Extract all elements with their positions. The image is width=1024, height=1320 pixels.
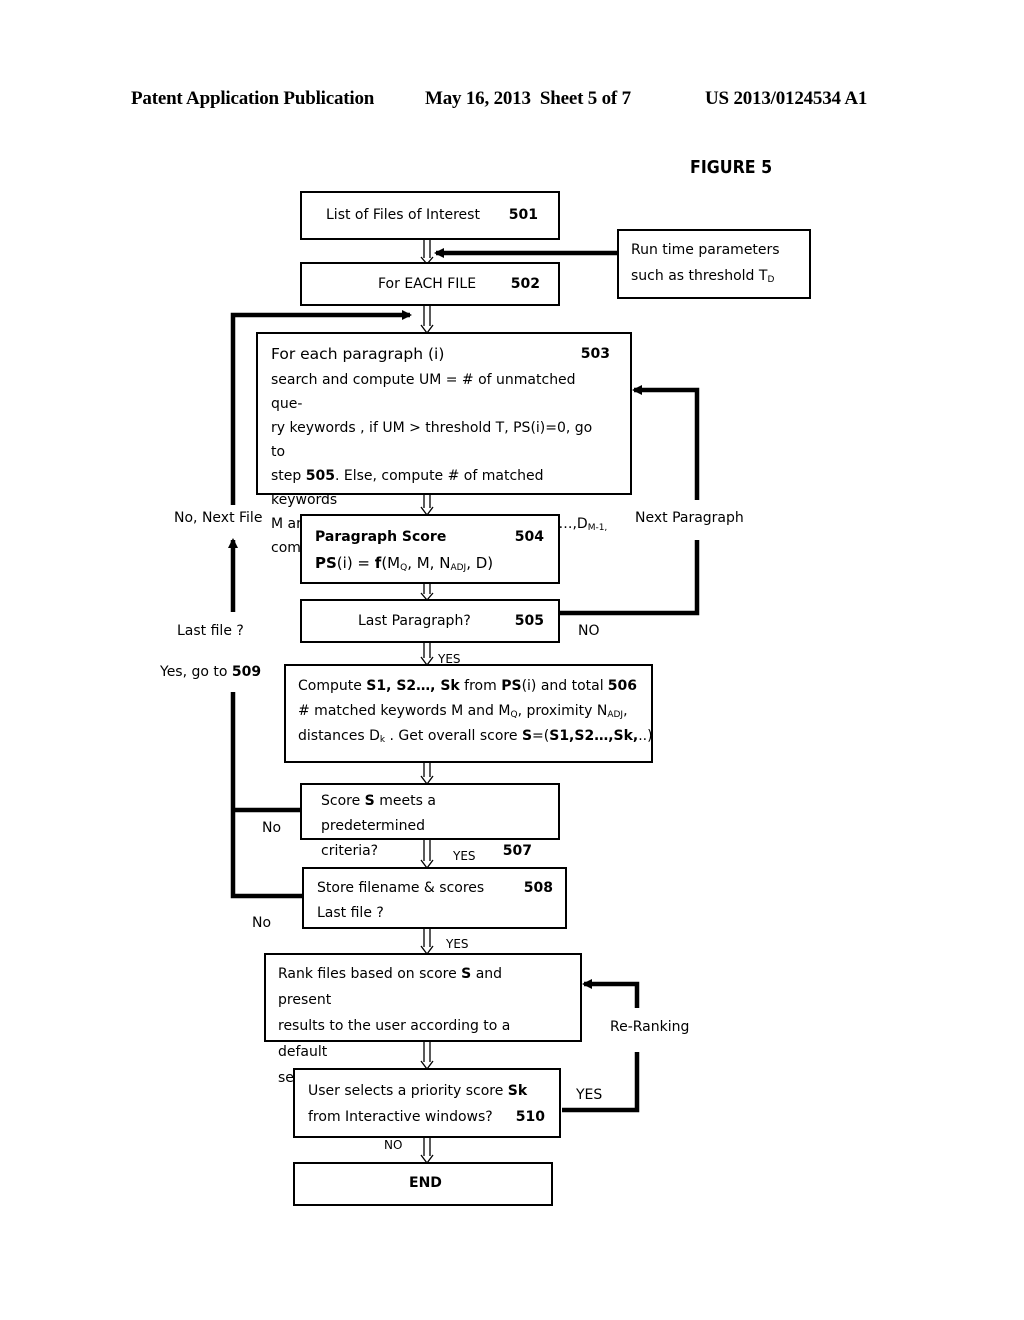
step-508-number: 508 [523,880,553,896]
arrow-504-505 [420,583,434,601]
arrow-508-509 [420,928,434,956]
step-509-box: Rank files based on score S and present … [264,953,582,1086]
step-507-line1: Score S meets a predetermined [321,793,436,834]
label-no-508: No [252,915,272,931]
arrow-506-507 [420,762,434,786]
step-510-line1: User selects a priority score Sk [308,1083,528,1099]
step-502-text: For EACH FILE [378,276,477,292]
step-503-line2: ry keywords , if UM > threshold T, PS(i)… [271,420,593,460]
label-next-paragraph: Next Paragraph [635,510,744,526]
step-506-line1: Compute S1, S2…, Sk from PS(i) and total [298,678,604,694]
step-506-line3: distances Dk . Get overall score S=(S1,S… [298,728,653,745]
step-503-line1: search and compute UM = # of unmatched q… [271,372,576,412]
end-box: END [293,1162,553,1206]
step-501-box: List of Files of Interest 501 [300,191,560,240]
step-502-box: For EACH FILE 502 [300,262,560,306]
step-509-line1: Rank files based on score S and present [278,966,503,1008]
step-504-box: Paragraph Score 504 PS(i) = f(MQ, M, NADJ… [300,514,560,584]
arrow-re-ranking-to-509 [582,979,640,1008]
label-yes-505: YES [438,652,461,666]
step-507-box: Score S meets a predetermined criteria? 5… [300,783,560,859]
step-503-title: For each paragraph (i) [271,345,445,363]
step-503-line3: step 505. Else, compute # of matched key… [271,468,544,508]
step-505-number: 505 [514,613,544,629]
step-507-line2: criteria? [321,843,379,859]
end-text: END [409,1175,442,1191]
step-509-line2: results to the user according to a defau… [278,1018,511,1060]
step-508-line2: Last file ? [317,905,384,921]
step-506-line2: # matched keywords M and MQ, proximity N… [298,703,628,720]
arrow-501-502 [420,239,434,265]
step-504-title: Paragraph Score [315,529,447,545]
label-yes-510: YES [576,1087,603,1103]
step-510-number: 510 [515,1109,545,1125]
params-line2: such as threshold T [631,268,768,284]
label-no-next-file: No, Next File [174,510,263,526]
params-sub: D [767,275,775,285]
runtime-parameters-box: Run time parameters such as threshold TD [617,229,811,299]
label-no-507: No [262,820,282,836]
step-506-box: Compute S1, S2…, Sk from PS(i) and total… [284,664,653,763]
step-510-line2: from Interactive windows? [308,1109,493,1125]
step-504-number: 504 [514,529,544,545]
arrow-510-end [420,1137,434,1165]
label-no-510: NO [384,1138,403,1152]
step-506-number: 506 [607,678,637,694]
step-505-box: Last Paragraph? 505 [300,599,560,643]
step-508-box: Store filename & scores 508 Last file ? [302,867,567,929]
label-yes-507: YES [453,849,476,863]
arrow-next-paragraph-to-503 [632,385,700,500]
step-501-text: List of Files of Interest [326,207,480,223]
step-502-number: 502 [510,276,540,292]
label-yes-508: YES [446,937,469,951]
label-last-file: Last file ? [177,623,244,639]
arrow-505-506 [420,642,434,667]
step-503-number: 503 [580,346,610,362]
step-507-number: 507 [502,843,532,859]
label-yes-goto-509: Yes, go to 509 [160,664,262,680]
params-line1: Run time parameters [631,242,780,258]
step-504-formula: PS(i) = f(MQ, M, NADJ, D) [315,554,494,573]
step-505-text: Last Paragraph? [358,613,471,629]
step-510-box: User selects a priority score Sk from In… [293,1068,561,1138]
step-501-number: 501 [508,207,538,223]
arrow-502-503 [420,305,434,335]
label-re-ranking: Re-Ranking [610,1019,690,1035]
step-508-line1: Store filename & scores [317,880,485,896]
label-no-505: NO [578,623,600,639]
step-503-box: For each paragraph (i) 503 search and com… [256,332,632,557]
